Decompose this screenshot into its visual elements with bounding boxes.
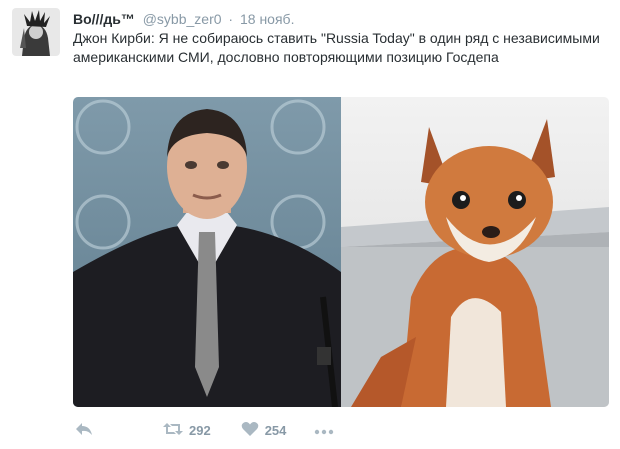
tweet-media[interactable] xyxy=(73,97,609,407)
avatar[interactable] xyxy=(12,8,60,56)
tweet-header: Во///дь™ @sybb_zer0 · 18 нояб. xyxy=(73,10,294,28)
tweet-text: Джон Кирби: Я не собираюсь ставить "Russ… xyxy=(73,30,600,65)
like-button[interactable]: 254 xyxy=(241,421,287,440)
tweet-actions: 292 254 xyxy=(73,418,334,442)
more-button[interactable] xyxy=(314,423,334,438)
retweet-icon xyxy=(163,421,183,440)
like-count: 254 xyxy=(264,422,287,438)
media-photo-left[interactable] xyxy=(73,97,341,407)
reply-icon xyxy=(75,421,93,440)
heart-icon xyxy=(241,421,259,440)
more-dots-icon xyxy=(314,423,334,438)
media-photo-right[interactable] xyxy=(341,97,609,407)
separator: · xyxy=(228,11,234,27)
reply-button[interactable] xyxy=(75,421,93,440)
tweet-timestamp[interactable]: 18 нояб. xyxy=(240,11,294,27)
author-handle[interactable]: @sybb_zer0 xyxy=(143,11,222,27)
retweet-count: 292 xyxy=(189,422,211,438)
author-name[interactable]: Во///дь™ xyxy=(73,11,135,27)
retweet-button[interactable]: 292 xyxy=(163,421,211,440)
